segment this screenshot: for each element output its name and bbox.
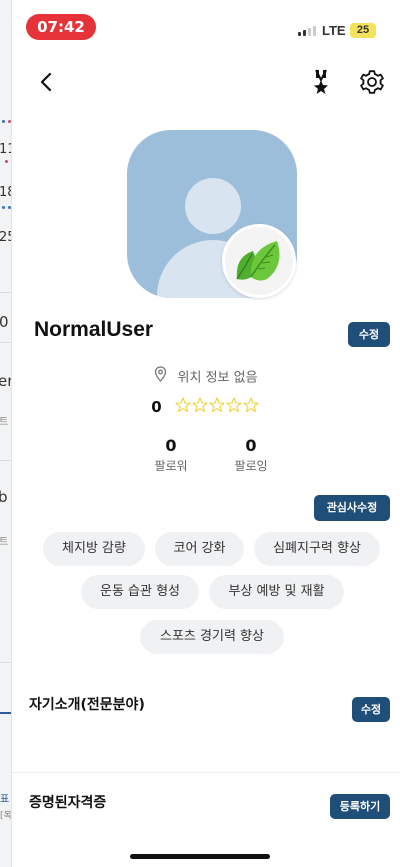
status-time: 07:42 bbox=[26, 14, 96, 40]
signal-icon bbox=[298, 26, 316, 36]
home-indicator[interactable] bbox=[130, 854, 270, 859]
peek-dot bbox=[2, 120, 5, 123]
interest-tag: 부상 예방 및 재활 bbox=[209, 575, 344, 609]
username: NormalUser bbox=[34, 318, 154, 341]
peek-divider bbox=[0, 460, 11, 461]
star-icon bbox=[243, 396, 259, 412]
star-icon bbox=[209, 396, 225, 412]
gear-icon bbox=[360, 70, 384, 94]
intro-section-title: 자기소개(전문분야) bbox=[29, 697, 145, 713]
peek-text: 0 bbox=[0, 313, 9, 331]
interest-tag: 코어 강화 bbox=[155, 532, 244, 566]
followers-label: 팔로워 bbox=[154, 459, 188, 473]
interest-tag: 스포츠 경기력 향상 bbox=[140, 620, 284, 654]
level-badge bbox=[222, 224, 296, 298]
followers-stat[interactable]: 0 팔로워 bbox=[141, 436, 201, 474]
rating-row: 0 bbox=[12, 396, 400, 417]
star-icon bbox=[175, 396, 191, 412]
background-screen-edge: 11 18 25 0 er 트 b 트 표 [복 bbox=[0, 0, 12, 867]
peek-dot bbox=[2, 206, 5, 209]
location-pin-icon bbox=[154, 366, 167, 386]
peek-divider bbox=[0, 342, 11, 343]
profile-screen: 07:42 LTE 25 NormalUser 수정 위치 정보 없음 0 0 … bbox=[12, 0, 400, 867]
top-nav bbox=[12, 60, 400, 104]
back-button[interactable] bbox=[34, 69, 60, 95]
certificates-section-title: 증명된자격증 bbox=[29, 795, 107, 811]
location-text: 위치 정보 없음 bbox=[177, 370, 258, 386]
peek-dot bbox=[8, 206, 11, 209]
network-label: LTE bbox=[322, 23, 346, 38]
peek-text: 트 bbox=[0, 413, 8, 428]
following-label: 팔로잉 bbox=[234, 459, 268, 473]
peek-divider bbox=[0, 662, 11, 663]
followers-count: 0 bbox=[165, 436, 177, 455]
following-stat[interactable]: 0 팔로잉 bbox=[221, 436, 281, 474]
rating-stars bbox=[175, 396, 261, 417]
star-icon bbox=[192, 396, 208, 412]
rating-value: 0 bbox=[151, 397, 162, 416]
register-certificate-button[interactable]: 등록하기 bbox=[330, 794, 390, 819]
peek-text: b bbox=[0, 488, 8, 506]
peek-text: [복 bbox=[0, 811, 12, 821]
status-bar: 07:42 LTE 25 bbox=[12, 0, 400, 56]
edit-profile-button[interactable]: 수정 bbox=[348, 322, 390, 347]
following-count: 0 bbox=[245, 436, 257, 455]
edit-interests-button[interactable]: 관심사수정 bbox=[314, 495, 390, 521]
edit-intro-button[interactable]: 수정 bbox=[352, 697, 390, 722]
peek-dot bbox=[5, 160, 8, 163]
location-row: 위치 정보 없음 bbox=[12, 366, 400, 386]
leaf-icon bbox=[236, 241, 280, 281]
peek-text: 11 bbox=[0, 142, 11, 157]
interest-tag: 체지방 감량 bbox=[43, 532, 145, 566]
peek-text: 25 bbox=[0, 230, 11, 245]
chevron-left-icon bbox=[40, 72, 52, 92]
avatar-placeholder-head bbox=[185, 178, 241, 234]
badge-button[interactable] bbox=[308, 68, 334, 96]
peek-text: 표 bbox=[0, 794, 10, 805]
medal-icon bbox=[314, 69, 328, 94]
peek-divider bbox=[0, 292, 11, 293]
star-icon bbox=[226, 396, 242, 412]
peek-text: er bbox=[0, 372, 11, 390]
settings-button[interactable] bbox=[358, 68, 386, 96]
peek-tab-indicator bbox=[0, 712, 11, 714]
battery-icon: 25 bbox=[350, 23, 376, 38]
peek-text: 18 bbox=[0, 185, 11, 200]
interest-tag: 심폐지구력 향상 bbox=[254, 532, 380, 566]
peek-text: 트 bbox=[0, 533, 8, 548]
interest-tag: 운동 습관 형성 bbox=[81, 575, 199, 609]
peek-dot bbox=[8, 120, 11, 123]
section-divider bbox=[12, 772, 400, 773]
